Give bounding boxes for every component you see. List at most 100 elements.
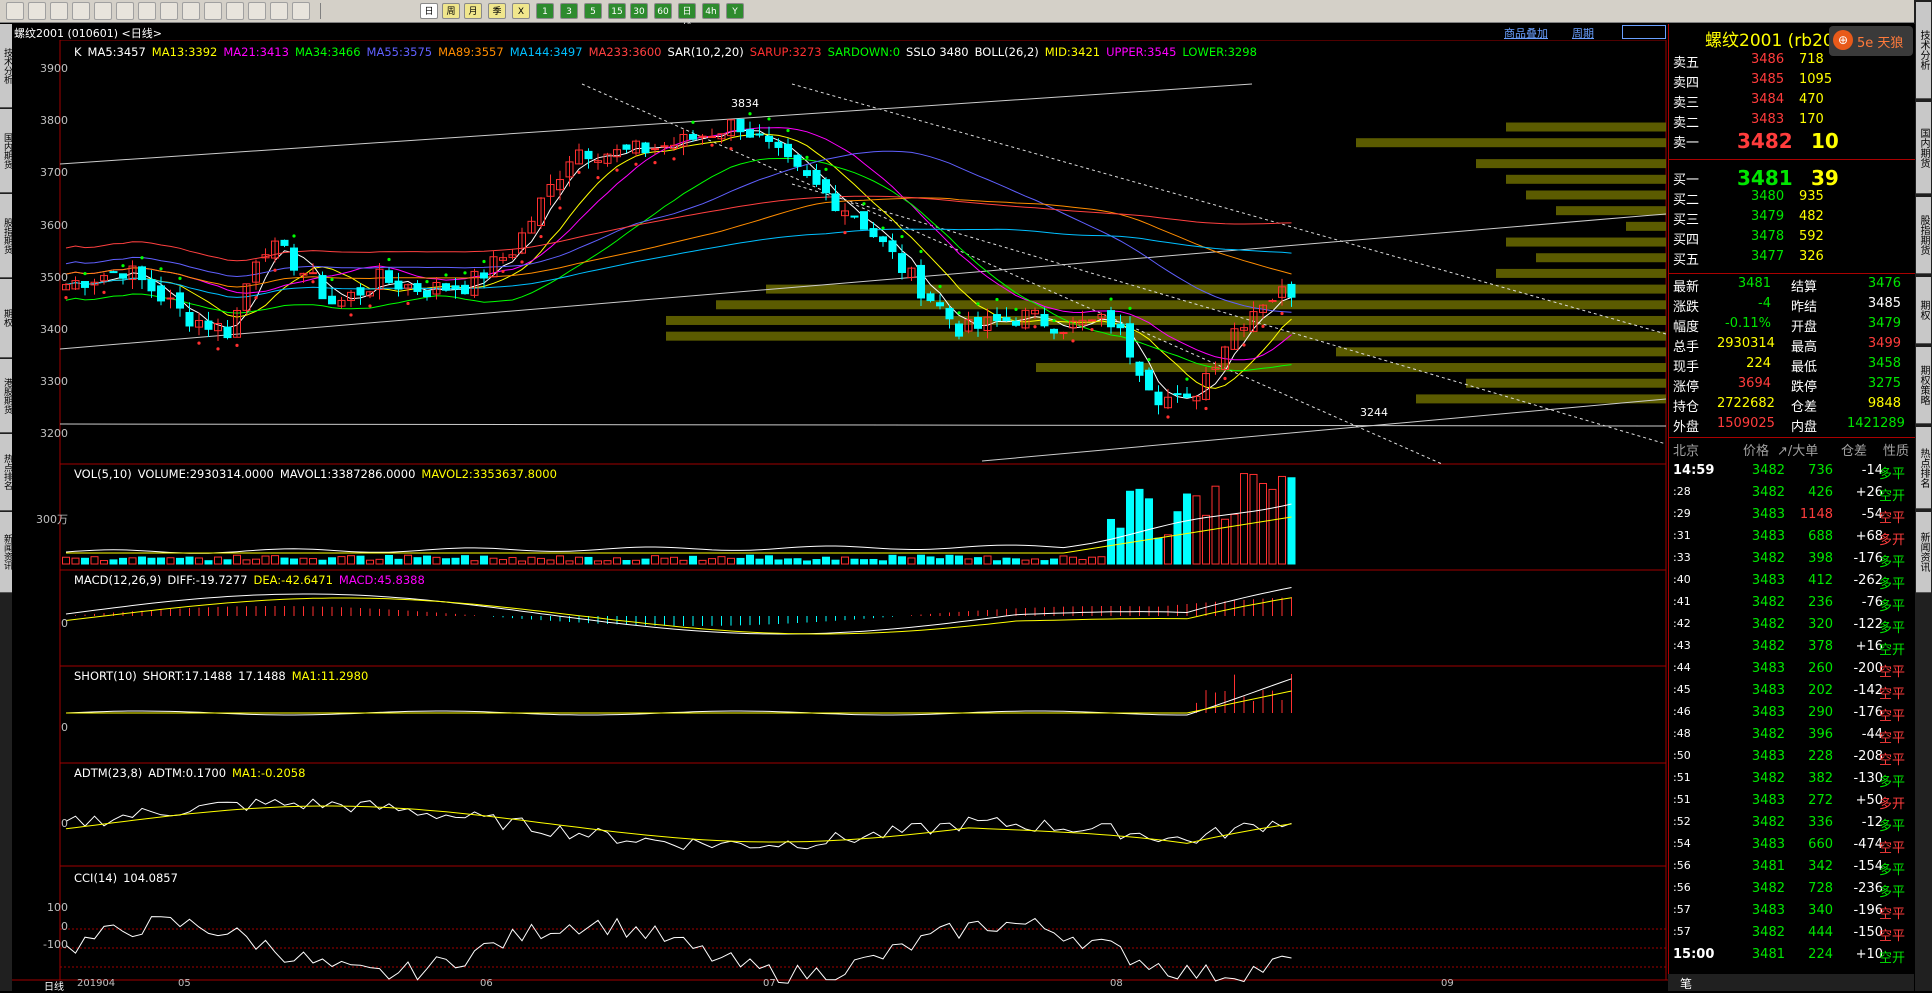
orderbook-row[interactable]: 买二 3480 935 [1669,189,1915,208]
stat-cell: 外盘 [1673,420,1700,435]
toolbar-tool-icon[interactable] [138,2,156,20]
right-tab-3[interactable]: 期权 [1916,277,1931,344]
tick-row: :44 3483 260 -200 空平 [1669,659,1915,681]
sar-dot [691,120,695,124]
left-tab-0[interactable]: 技术分析 [0,24,12,108]
volume-bar [869,558,878,565]
tick-cell: 444 [1808,925,1833,940]
orderbook-row[interactable]: 卖四 3485 1095 [1669,72,1915,91]
left-tab-2[interactable]: 股指期货 [0,194,12,278]
period-button-8[interactable]: 15 [608,3,626,19]
toolbar-tool-icon[interactable] [6,2,24,20]
stat-cell: 3499 [1867,336,1901,351]
period-button-7[interactable]: 5 [584,3,602,19]
candle-body [746,129,754,138]
toolbar-tool-icon[interactable] [28,2,46,20]
right-tab-0[interactable]: 技术分析 [1916,2,1931,99]
right-tab-6[interactable]: 新闻资讯 [1916,512,1931,593]
volume-bar [831,559,840,565]
macd-indicator-line: MACD(12,26,9) DIFF:-19.7277 DEA:-42.6471 MA… [74,573,431,587]
level-label: 卖三 [1673,96,1700,111]
chart-area[interactable] [12,24,1668,991]
candle-body [461,284,469,295]
toolbar-tool-icon[interactable] [182,2,200,20]
toolbar-tool-icon[interactable] [248,2,266,20]
overlay-link[interactable]: 商品叠加 [1504,25,1548,41]
candle-body [831,193,840,212]
toolbar-tool-icon[interactable] [72,2,90,20]
toolbar-tool-icon[interactable] [116,2,134,20]
orderbook-row[interactable]: 卖一 3482 10 [1669,129,1915,153]
candle-body [394,280,403,290]
left-tab-1[interactable]: 国内期货 [0,109,12,193]
tick-cell: 空开 [1879,951,1906,966]
tick-cell: -176 [1853,705,1883,720]
toolbar-tool-icon[interactable] [226,2,244,20]
tick-tab[interactable]: 笔 [1680,975,1692,992]
left-tab-6[interactable]: 新闻资讯 [0,512,12,593]
kline-chart[interactable] [12,24,1668,991]
period-button-9[interactable]: 30 [630,3,648,19]
sar-dot [482,259,486,264]
volume-bar [860,559,868,565]
stat-row: 持仓 2722682 仓差 9848 [1669,396,1915,415]
level-label: 买二 [1673,193,1700,208]
right-tab-2[interactable]: 股指期货 [1916,197,1931,274]
period-link[interactable]: 周期 [1572,25,1594,41]
toolbar-tool-icon[interactable] [270,2,288,20]
toolbar-tool-icon[interactable] [94,2,112,20]
orderbook-row[interactable]: 卖三 3484 470 [1669,92,1915,111]
period-button-1[interactable]: 周 [442,3,460,19]
period-button-0[interactable]: 日 [420,3,438,19]
tick-row: :40 3483 412 -262 多平 [1669,571,1915,593]
sar-dot [406,301,410,306]
sar-dot [729,147,733,151]
sar-dot [425,280,429,284]
tick-cell: -208 [1853,749,1883,764]
volume-bar [394,558,403,565]
orderbook-row[interactable]: 买一 3481 39 [1669,166,1915,190]
period-button-5[interactable]: 1 [536,3,554,19]
volume-bar [689,555,697,565]
toolbar-tool-icon[interactable] [50,2,68,20]
period-button-4[interactable]: X [512,3,530,19]
indicator-value: SARUP:3273 [749,45,822,59]
indicator-value: DEA:-42.6471 [253,573,333,587]
right-tab-1[interactable]: 国内期货 [1916,102,1931,194]
orderbook-row[interactable]: 买五 3477 326 [1669,249,1915,268]
tick-cell: -176 [1853,551,1883,566]
tick-row: :56 3482 728 -236 多平 [1669,879,1915,901]
indicator-value: BOLL(26,2) [974,45,1039,59]
sar-dot [197,341,201,345]
volume-bar [261,555,270,565]
stat-cell: 持仓 [1673,400,1700,415]
orderbook-row[interactable]: 买四 3478 592 [1669,229,1915,248]
window-controls[interactable] [1622,25,1666,39]
tick-cell: 736 [1808,463,1833,478]
left-tab-3[interactable]: 期权 [0,279,12,358]
left-tab-5[interactable]: 热点排名 [0,434,12,511]
left-tab-4[interactable]: 港股期货 [0,359,12,433]
stat-row: 幅度 -0.11% 开盘 3479 [1669,316,1915,335]
period-button-10[interactable]: 60 [654,3,672,19]
tick-header: 北京 价格 ↗/大单 仓差 性质 [1669,440,1915,459]
volume-bar [442,558,450,565]
sar-dot [501,269,505,274]
tick-row: :41 3482 236 -76 多平 [1669,593,1915,615]
orderbook-row[interactable]: 卖五 3486 718 [1669,52,1915,71]
right-tab-4[interactable]: 期权策略 [1916,347,1931,424]
period-button-11[interactable]: 日线 [678,3,696,33]
orderbook-row[interactable]: 买三 3479 482 [1669,209,1915,228]
period-button-2[interactable]: 月 [464,3,482,19]
period-button-6[interactable]: 3 [560,3,578,19]
right-tab-5[interactable]: 热点排名 [1916,427,1931,509]
candle-body [736,118,745,133]
tick-cell: 688 [1808,529,1833,544]
toolbar-tool-icon[interactable] [292,2,310,20]
toolbar-tool-icon[interactable] [204,2,222,20]
candle-body [765,135,773,142]
toolbar-tool-icon[interactable] [160,2,178,20]
period-button-3[interactable]: 季 [488,3,506,19]
period-button-12[interactable]: 4h [702,3,720,19]
period-button-13[interactable]: Y [726,3,744,19]
